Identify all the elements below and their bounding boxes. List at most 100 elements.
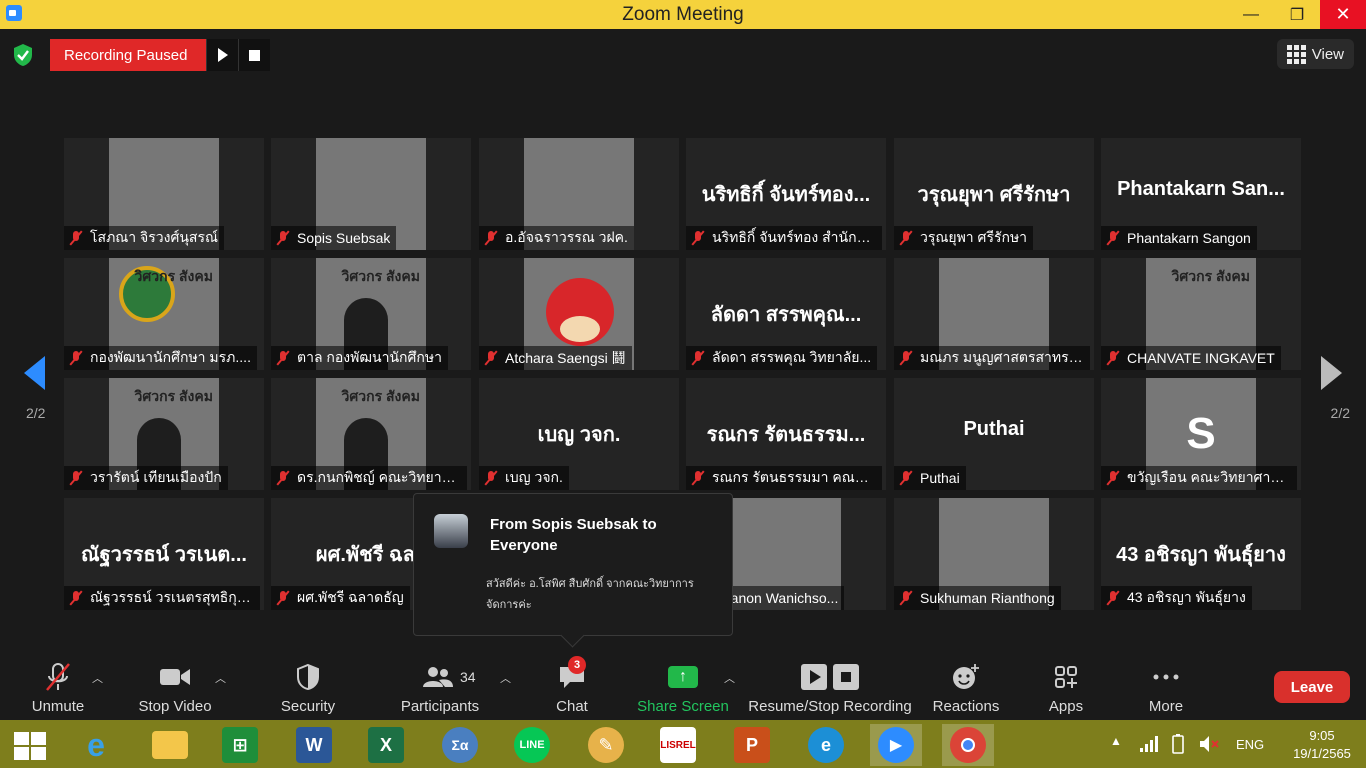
- participant-tile[interactable]: โสภณา จิรวงศ์นุสรณ์: [64, 138, 264, 250]
- participant-tile[interactable]: เบญ วจก. เบญ วจก.: [479, 378, 679, 490]
- chrome-icon[interactable]: [942, 724, 994, 766]
- participant-name-label: ดร.กนกพิชญ์ คณะวิทยาก...: [271, 466, 467, 490]
- participant-tile[interactable]: วิศวกร สังคมดร.กนกพิชญ์ คณะวิทยาก...: [271, 378, 471, 490]
- zoom-icon[interactable]: ▶: [870, 724, 922, 766]
- more-dots-icon: [1153, 674, 1179, 680]
- more-label: More: [1148, 698, 1184, 715]
- resume-stop-recording-button[interactable]: Resume/Stop Recording: [746, 662, 914, 715]
- input-language[interactable]: ENG: [1236, 737, 1264, 752]
- participant-tile[interactable]: มณภร มนูญศาสตรสาทร ...: [894, 258, 1094, 370]
- participant-name: กองพัฒนานักศึกษา มรภ....: [90, 349, 251, 365]
- participant-name-label: อ.อัจฉราวรรณ วฝค.: [479, 226, 634, 250]
- video-options-caret-icon[interactable]: ︿: [215, 670, 226, 686]
- internet-explorer-icon[interactable]: e: [70, 724, 122, 766]
- more-button[interactable]: More: [1138, 662, 1194, 715]
- audio-options-caret-icon[interactable]: ︿: [92, 670, 103, 686]
- participant-tile[interactable]: วิศวกร สังคม กองพัฒนานักศึกษา มรภ....: [64, 258, 264, 370]
- participant-tile[interactable]: Sukhuman Rianthong: [894, 498, 1094, 610]
- participant-name-label: CHANVATE INGKAVET: [1101, 346, 1281, 370]
- apps-icon: [1055, 666, 1077, 688]
- participant-name: ขวัญเรือน คณะวิทยาศาสต...: [1127, 469, 1291, 485]
- participant-tile[interactable]: วิศวกร สังคม วรารัตน์ เทียนเมืองปัก: [64, 378, 264, 490]
- participant-display-name: 43 อชิรญา พันธุ์ยาง: [1116, 544, 1286, 566]
- reactions-button[interactable]: Reactions: [930, 662, 1002, 715]
- participant-name: วรารัตน์ เทียนเมืองปัก: [90, 469, 222, 485]
- participant-tile[interactable]: 43 อชิรญา พันธุ์ยาง 43 อชิรญา พันธุ์ยาง: [1101, 498, 1301, 610]
- sender-avatar: [434, 514, 468, 548]
- resume-recording-button[interactable]: [206, 39, 238, 71]
- participant-tile[interactable]: รณกร รัตนธรรม... รณกร รัตนธรรมมา คณะวิ...: [686, 378, 886, 490]
- muted-microphone-icon: [68, 350, 84, 366]
- participant-tile[interactable]: อ.อัจฉราวรรณ วฝค.: [479, 138, 679, 250]
- windows-start-icon[interactable]: [14, 732, 46, 760]
- paint-icon[interactable]: ✎: [580, 724, 632, 766]
- participant-name-label: 43 อชิรญา พันธุ์ยาง: [1101, 586, 1252, 610]
- participant-name: ผศ.พัชรี ฉลาดธัญ: [297, 589, 404, 605]
- word-icon[interactable]: W: [288, 724, 340, 766]
- angry-bird-avatar-icon: [546, 278, 614, 346]
- participant-name-label: Sukhuman Rianthong: [894, 586, 1061, 610]
- battery-icon[interactable]: [1170, 734, 1186, 754]
- play-icon: [217, 48, 228, 62]
- page-indicator-right: 2/2: [1330, 405, 1350, 421]
- participants-button[interactable]: 34 Participants: [398, 662, 482, 715]
- view-button[interactable]: View: [1276, 39, 1354, 69]
- participant-name: รณกร รัตนธรรมมา คณะวิ...: [712, 469, 876, 485]
- participant-tile[interactable]: Puthai Puthai: [894, 378, 1094, 490]
- participant-tile[interactable]: นริทธิกิ์ จันทร์ทอง... นริทธิกิ์ จันทร์ทอ…: [686, 138, 886, 250]
- participant-tile[interactable]: S ขวัญเรือน คณะวิทยาศาสต...: [1101, 378, 1301, 490]
- poster-title: วิศวกร สังคม: [1171, 268, 1250, 284]
- edge-icon[interactable]: e: [800, 724, 852, 766]
- participant-tile[interactable]: Phantakarn San... Phantakarn Sangon: [1101, 138, 1301, 250]
- zoom-app-icon: [6, 5, 22, 21]
- tray-expand-icon[interactable]: ▲: [1110, 734, 1122, 748]
- lisrel-icon[interactable]: LISREL: [652, 724, 704, 766]
- unmute-button[interactable]: Unmute: [28, 662, 88, 715]
- participant-tile[interactable]: ณัฐวรรธน์ วรเนต... ณัฐวรรธน์ วรเนตรสุทธิก…: [64, 498, 264, 610]
- share-screen-button[interactable]: ↑ Share Screen: [636, 662, 730, 715]
- security-button[interactable]: Security: [278, 662, 338, 715]
- muted-microphone-icon: [483, 350, 499, 366]
- participant-tile[interactable]: วิศวกร สังคม CHANVATE INGKAVET: [1101, 258, 1301, 370]
- chat-label: Chat: [556, 698, 588, 715]
- stop-recording-button[interactable]: [238, 39, 270, 71]
- math-icon[interactable]: Σα: [434, 724, 486, 766]
- recording-status: Recording Paused: [50, 39, 206, 71]
- store-icon[interactable]: ⊞: [214, 724, 266, 766]
- chat-button[interactable]: 3 Chat: [548, 656, 596, 715]
- network-signal-icon[interactable]: [1140, 736, 1158, 752]
- volume-muted-icon[interactable]: [1198, 734, 1220, 754]
- participant-name: อ.อัจฉราวรรณ วฝค.: [505, 229, 628, 245]
- close-button[interactable]: ✕: [1320, 0, 1366, 29]
- participants-options-caret-icon[interactable]: ︿: [500, 670, 511, 686]
- participant-tile[interactable]: Atchara Saengsi 鬪: [479, 258, 679, 370]
- powerpoint-icon[interactable]: P: [726, 724, 778, 766]
- stop-video-button[interactable]: Stop Video: [132, 662, 218, 715]
- minimize-button[interactable]: —: [1228, 0, 1274, 29]
- next-page-arrow-icon[interactable]: [1321, 356, 1342, 390]
- participant-tile[interactable]: Sopis Suebsak: [271, 138, 471, 250]
- clock-time: 9:05: [1309, 728, 1335, 743]
- participant-name: ลัดดา สรรพคุณ วิทยาลัย...: [712, 349, 872, 365]
- security-shield-icon[interactable]: [12, 43, 34, 67]
- security-label: Security: [280, 698, 336, 715]
- participant-name: Atchara Saengsi 鬪: [505, 350, 626, 366]
- line-icon[interactable]: LINE: [506, 724, 558, 766]
- participant-name-label: เบญ วจก.: [479, 466, 569, 490]
- participant-tile[interactable]: ลัดดา สรรพคุณ... ลัดดา สรรพคุณ วิทยาลัย..…: [686, 258, 886, 370]
- participant-tile[interactable]: วรุณยุพา ศรีรักษา วรุณยุพา ศรีรักษา: [894, 138, 1094, 250]
- file-explorer-icon[interactable]: [144, 724, 196, 766]
- participant-tile[interactable]: วิศวกร สังคม ตาล กองพัฒนานักศึกษา: [271, 258, 471, 370]
- share-options-caret-icon[interactable]: ︿: [724, 670, 735, 686]
- maximize-button[interactable]: ❐: [1274, 0, 1320, 29]
- previous-page-arrow-icon[interactable]: [24, 356, 45, 390]
- chat-notification-popup[interactable]: From Sopis Suebsak to Everyone สวัสดีค่ะ…: [413, 493, 733, 636]
- excel-icon[interactable]: X: [360, 724, 412, 766]
- leave-button[interactable]: Leave: [1274, 671, 1350, 703]
- poster-title: วิศวกร สังคม: [341, 388, 420, 404]
- apps-button[interactable]: Apps: [1040, 662, 1092, 715]
- participant-name: Phantakarn Sangon: [1127, 230, 1251, 246]
- participant-name: ณัฐวรรธน์ วรเนตรสุทธิกุล ...: [90, 589, 254, 605]
- taskbar-clock[interactable]: 9:05 19/1/2565: [1292, 727, 1352, 763]
- muted-microphone-icon: [898, 470, 914, 486]
